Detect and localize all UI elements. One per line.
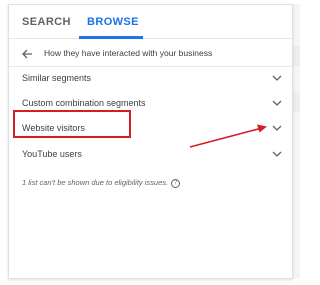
background-page-strip [293,4,300,279]
background-row [293,92,300,112]
chevron-down-icon[interactable] [272,99,282,107]
chevron-down-icon[interactable] [272,124,282,132]
annotation-highlight-box [13,110,131,138]
back-arrow-icon[interactable] [21,48,33,60]
tab-search[interactable]: SEARCH [22,16,71,28]
list-item-similar-segments[interactable]: Similar segments [9,67,292,91]
tab-bar: SEARCH BROWSE [9,5,292,39]
eligibility-note-text: 1 list can't be shown due to eligibility… [22,178,169,187]
eligibility-note: 1 list can't be shown due to eligibility… [22,178,181,188]
list-item-label: Similar segments [22,73,92,83]
browse-panel: SEARCH BROWSE How they have interacted w… [8,4,293,279]
active-tab-indicator [79,36,143,39]
help-icon[interactable]: ? [171,178,181,188]
list-item-youtube-users[interactable]: YouTube users [9,143,292,167]
list-item-label: Custom combination segments [22,98,146,108]
chevron-down-icon[interactable] [272,150,282,158]
list-item-label: YouTube users [22,149,82,159]
back-navigation-row[interactable]: How they have interacted with your busin… [9,40,292,67]
chevron-down-icon[interactable] [272,74,282,82]
category-title: How they have interacted with your busin… [44,48,213,58]
background-row [293,46,300,66]
tab-browse[interactable]: BROWSE [87,16,139,28]
